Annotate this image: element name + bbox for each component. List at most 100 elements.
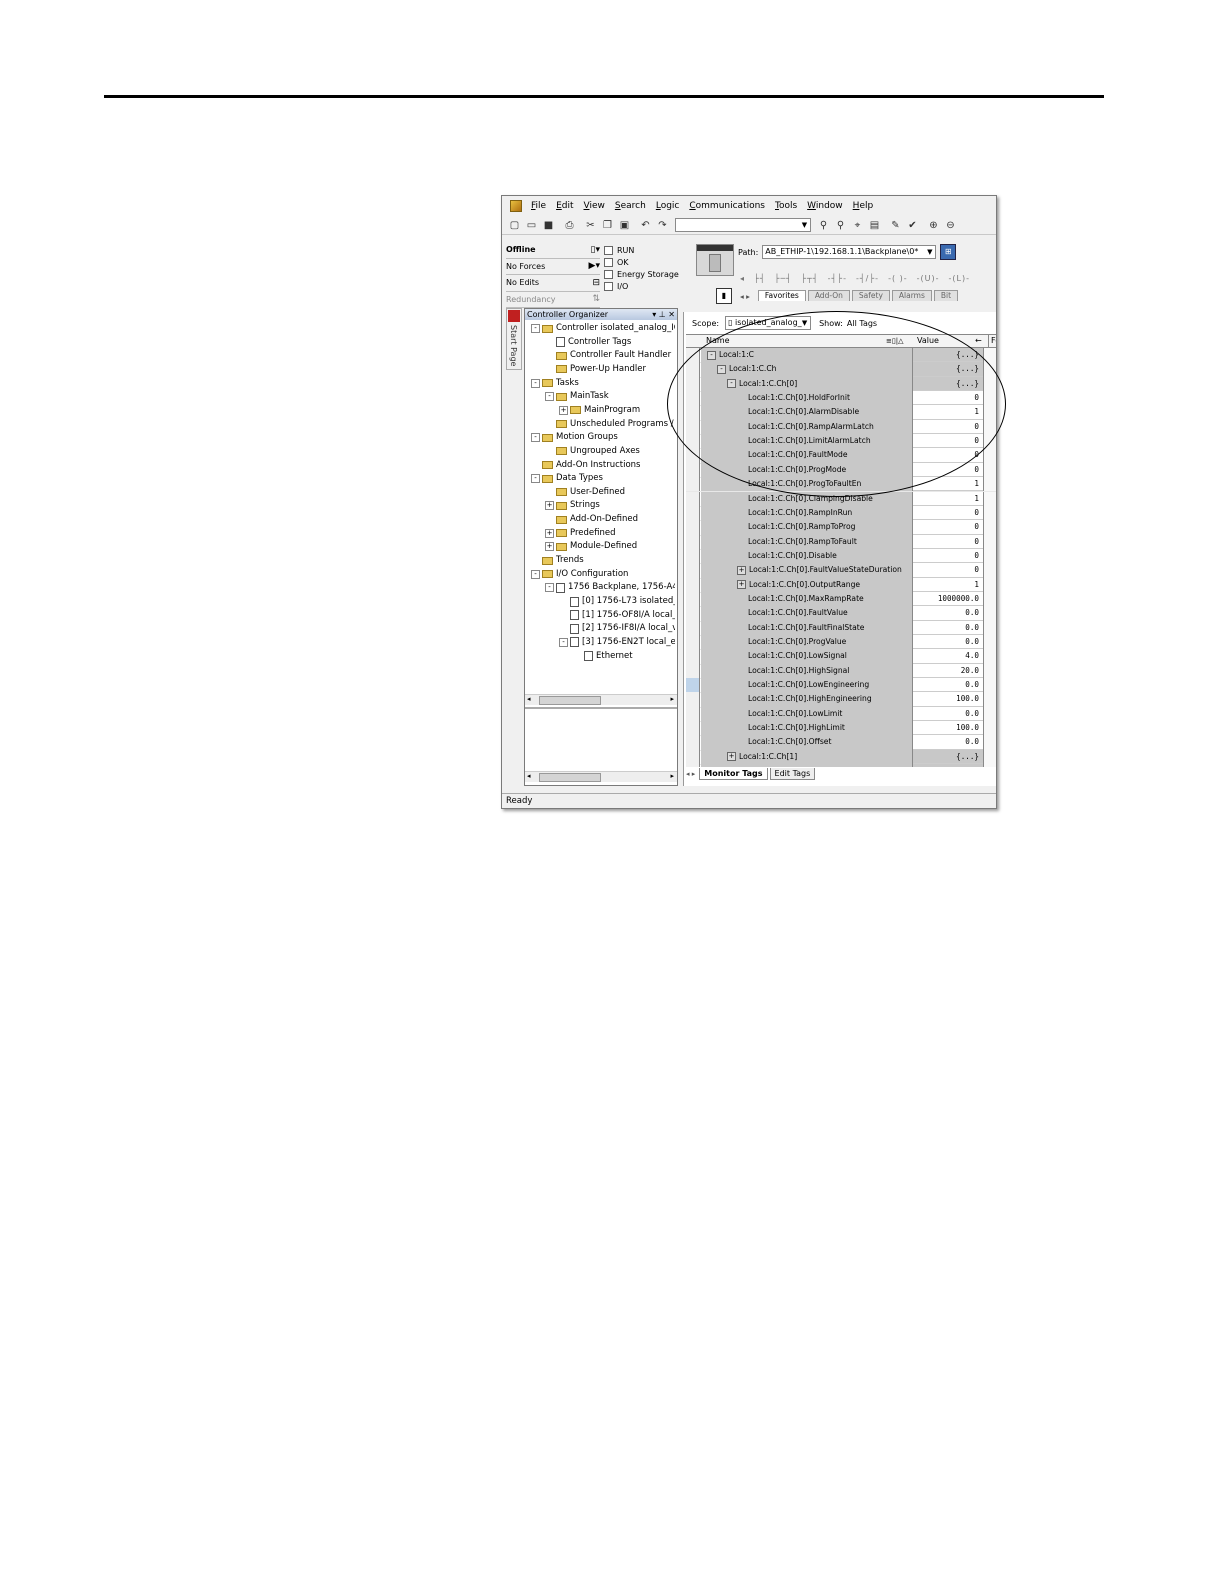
paste-icon[interactable]: ▣: [618, 219, 631, 232]
branch-icon[interactable]: ├─┤: [775, 274, 792, 283]
tag-row[interactable]: Local:1:C.Ch[0].RampInRun 0: [686, 505, 996, 522]
tag-row[interactable]: - Local:1:C.Ch[0] {...}: [686, 376, 996, 393]
zoom-in-icon[interactable]: ⊕: [927, 219, 940, 232]
tree-item[interactable]: [2] 1756-IF8I/A local_v: [559, 622, 675, 635]
tree-item[interactable]: User-Defined: [545, 486, 625, 499]
row-selector[interactable]: [686, 376, 700, 392]
menu-help[interactable]: Help: [848, 201, 879, 211]
tree-item[interactable]: Power-Up Handler: [545, 363, 646, 376]
tag-value-cell[interactable]: 100.0: [913, 721, 983, 736]
tag-row[interactable]: + Local:1:C.Ch[0].OutputRange 1: [686, 577, 996, 593]
collapse-icon[interactable]: -: [727, 379, 736, 389]
collapse-icon[interactable]: -: [717, 364, 726, 374]
collapse-icon[interactable]: -: [559, 637, 568, 647]
row-selector[interactable]: [686, 462, 700, 478]
name-column-header[interactable]: Name: [706, 335, 730, 347]
row-selector[interactable]: [686, 505, 700, 521]
row-selector[interactable]: [686, 735, 700, 750]
row-selector[interactable]: [686, 635, 700, 650]
tag-row[interactable]: Local:1:C.Ch[0].RampAlarmLatch 0: [686, 419, 996, 436]
tag-value-cell[interactable]: 0: [913, 505, 983, 521]
menu-view[interactable]: View: [579, 201, 610, 211]
menu-edit[interactable]: Edit: [551, 201, 578, 211]
expand-icon[interactable]: +: [545, 501, 554, 511]
expand-icon[interactable]: +: [727, 752, 736, 762]
tag-row[interactable]: Local:1:C.Ch[0].RampToFault 0: [686, 534, 996, 550]
print-icon[interactable]: ⎙: [563, 219, 576, 232]
tag-row[interactable]: + Local:1:C.Ch[1] {...}: [686, 749, 996, 766]
verify-controller-icon[interactable]: ✔: [906, 219, 919, 232]
dropdown-icon[interactable]: ▾: [652, 310, 656, 319]
menu-tools[interactable]: Tools: [770, 201, 802, 211]
row-selector[interactable]: [686, 764, 700, 767]
tag-row[interactable]: Local:1:C.Ch[0].HighSignal 20.0: [686, 663, 996, 680]
who-active-icon[interactable]: ⊞: [940, 244, 957, 260]
forces-dropdown-icon[interactable]: ▶▾: [589, 261, 600, 271]
save-icon[interactable]: ■: [542, 219, 555, 232]
cut-icon[interactable]: ✂: [584, 219, 597, 232]
row-selector[interactable]: [686, 721, 700, 736]
expand-icon[interactable]: +: [737, 580, 746, 590]
row-selector[interactable]: [686, 391, 700, 406]
tree-item[interactable]: Controller Fault Handler: [545, 349, 671, 362]
tab-nav-icon[interactable]: ◂ ▸: [686, 770, 695, 778]
row-selector[interactable]: [686, 491, 700, 506]
collapse-icon[interactable]: -: [545, 392, 554, 402]
cross-reference-icon[interactable]: ⌖: [851, 219, 864, 232]
tab-monitor-tags[interactable]: Monitor Tags: [699, 768, 768, 780]
left-arrow-icon[interactable]: ◂: [740, 274, 745, 283]
row-selector[interactable]: [686, 577, 700, 592]
tree-item[interactable]: - [3] 1756-EN2T local_en: [559, 636, 675, 649]
otu-icon[interactable]: -(L)-: [949, 274, 970, 283]
tag-row[interactable]: Local:1:C.Ch[0].RampToProg 0: [686, 520, 996, 536]
open-folder-icon[interactable]: ▭: [525, 219, 538, 232]
tag-value-cell[interactable]: 4.0: [913, 649, 983, 664]
collapse-icon[interactable]: -: [531, 433, 540, 443]
tag-row[interactable]: Local:1:C.Ch[0].FaultMode 0: [686, 448, 996, 464]
tree-item[interactable]: - Data Types: [531, 472, 603, 485]
tag-row[interactable]: +Local:1:C.Ch[2]{...}: [686, 764, 996, 767]
edits-lock-icon[interactable]: ⊟: [592, 278, 600, 288]
tag-row[interactable]: Local:1:C.Ch[0].FaultValue 0.0: [686, 606, 996, 622]
tag-row[interactable]: Local:1:C.Ch[0].Offset 0.0: [686, 735, 996, 751]
row-selector[interactable]: [686, 706, 700, 722]
collapse-icon[interactable]: -: [531, 324, 540, 333]
tree-item[interactable]: [1] 1756-OF8I/A local_i: [559, 609, 675, 622]
tag-value-cell[interactable]: 0: [913, 434, 983, 449]
xio-icon[interactable]: -┤/├-: [856, 274, 879, 283]
verify-icon[interactable]: ▤: [868, 219, 881, 232]
expand-icon[interactable]: +: [737, 565, 746, 575]
row-selector[interactable]: [686, 606, 700, 621]
row-selector[interactable]: [686, 520, 700, 535]
tree-item[interactable]: Unscheduled Programs / Phases: [545, 418, 675, 431]
tag-row[interactable]: Local:1:C.Ch[0].ProgToFaultEn 1: [686, 477, 996, 493]
tag-row[interactable]: Local:1:C.Ch[0].ProgValue 0.0: [686, 635, 996, 651]
expand-icon[interactable]: +: [545, 528, 554, 538]
tag-row[interactable]: Local:1:C.Ch[0].Disable 0: [686, 548, 996, 565]
tree-item[interactable]: Add-On Instructions: [531, 459, 640, 472]
edit-properties-icon[interactable]: ✎: [889, 219, 902, 232]
palette-nav-icon[interactable]: ◂ ▸: [740, 292, 750, 301]
tree-item[interactable]: - 1756 Backplane, 1756-A4: [545, 581, 675, 594]
pin-icon[interactable]: ⊥: [659, 310, 666, 319]
path-combo[interactable]: AB_ETHIP-1\192.168.1.1\Backplane\0* ▼: [762, 245, 937, 259]
tree-item[interactable]: - MainTask: [545, 390, 609, 403]
tab-add-on[interactable]: Add-On: [807, 290, 850, 301]
otl-icon[interactable]: -(U)-: [917, 274, 940, 283]
tag-value-cell[interactable]: 20.0: [913, 663, 983, 679]
details-hscroll[interactable]: ◂ ▸: [525, 771, 677, 782]
tag-value-cell[interactable]: 1000000.0: [913, 591, 983, 607]
tag-row[interactable]: Local:1:C.Ch[0].LowEngineering 0.0: [686, 678, 996, 694]
tab-bit[interactable]: Bit: [933, 290, 959, 301]
undo-icon[interactable]: ↶: [639, 219, 652, 232]
tag-row[interactable]: Local:1:C.Ch[0].FaultFinalState 0.0: [686, 620, 996, 636]
tree-item[interactable]: [0] 1756-L73 isolated_analog: [559, 595, 675, 608]
tab-safety[interactable]: Safety: [851, 290, 890, 301]
tab-favorites[interactable]: Favorites: [757, 290, 806, 301]
find-icon[interactable]: ⚲: [817, 219, 830, 232]
tag-value-cell[interactable]: 0: [913, 534, 983, 549]
tag-value-cell[interactable]: 100.0: [913, 692, 983, 707]
organizer-hscroll[interactable]: ◂ ▸: [525, 694, 677, 705]
expand-icon[interactable]: +: [559, 405, 568, 415]
controller-lock-icon[interactable]: ▮: [716, 288, 732, 304]
